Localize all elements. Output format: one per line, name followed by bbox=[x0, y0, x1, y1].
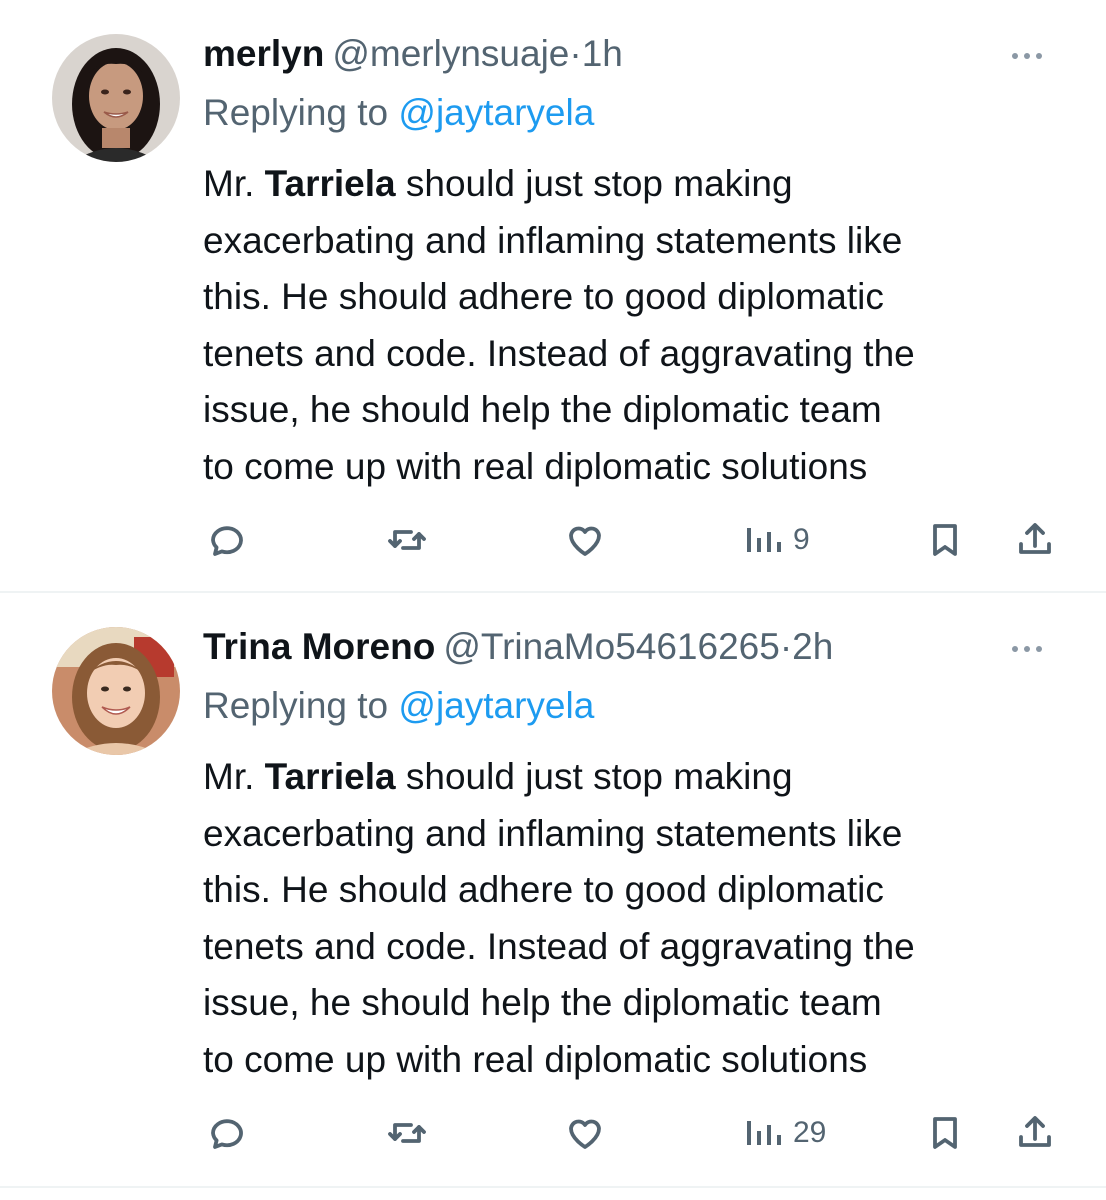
more-options-icon[interactable] bbox=[1012, 46, 1052, 62]
tweet-text-line: to come up with real diplomatic solution… bbox=[203, 445, 868, 487]
bookmark-button[interactable] bbox=[921, 512, 969, 568]
views-button[interactable]: 9 bbox=[743, 512, 810, 568]
tweet-text-line: this. He should adhere to good diplomati… bbox=[203, 869, 884, 910]
tweet-text-line: this. He should adhere to good diplomati… bbox=[203, 276, 884, 317]
views-icon bbox=[747, 528, 781, 552]
like-button[interactable] bbox=[561, 1105, 609, 1161]
action-bar: 29 bbox=[203, 1105, 1063, 1161]
timestamp[interactable]: 1h bbox=[582, 33, 623, 74]
replying-to-label: Replying to bbox=[203, 685, 399, 726]
tweet-text-line: tenets and code. Instead of aggravating … bbox=[203, 332, 915, 374]
retweet-button[interactable] bbox=[383, 512, 431, 568]
tweet-text-line: Mr. Tarriela should just stop making bbox=[203, 756, 793, 797]
tweet-text-line: Mr. Tarriela should just stop making bbox=[203, 163, 793, 204]
tweet-header: Trina Moreno @TrinaMo54616265·2h bbox=[203, 623, 833, 671]
retweet-button[interactable] bbox=[383, 1105, 431, 1161]
divider bbox=[0, 1186, 1106, 1188]
more-options-icon[interactable] bbox=[1012, 639, 1052, 655]
tweet-text-line: tenets and code. Instead of aggravating … bbox=[203, 925, 915, 967]
tweet-text-line: exacerbating and inflaming statements li… bbox=[203, 812, 903, 854]
reply-icon bbox=[211, 1119, 243, 1149]
tweet[interactable]: merlyn @merlynsuaje·1h Replying to @jayta… bbox=[0, 0, 1106, 593]
retweet-icon bbox=[388, 1123, 426, 1143]
share-button[interactable] bbox=[1011, 512, 1059, 568]
action-bar: 9 bbox=[203, 512, 1063, 568]
tweet-text: Mr. Tarriela should just stop making exa… bbox=[203, 749, 1073, 1088]
username-handle[interactable]: @TrinaMo54616265 bbox=[443, 626, 780, 667]
display-name[interactable]: merlyn bbox=[203, 33, 324, 74]
avatar[interactable] bbox=[52, 627, 180, 755]
tweet-text-line: issue, he should help the diplomatic tea… bbox=[203, 982, 882, 1023]
views-button[interactable]: 29 bbox=[743, 1105, 826, 1161]
display-name[interactable]: Trina Moreno bbox=[203, 626, 435, 667]
tweet[interactable]: Trina Moreno @TrinaMo54616265·2h Replying… bbox=[0, 593, 1106, 1190]
replying-to: Replying to @jaytaryela bbox=[203, 88, 594, 138]
mention-link[interactable]: @jaytaryela bbox=[398, 685, 594, 726]
bookmark-button[interactable] bbox=[921, 1105, 969, 1161]
views-icon bbox=[747, 1121, 781, 1145]
replying-to: Replying to @jaytaryela bbox=[203, 681, 594, 731]
reply-button[interactable] bbox=[203, 1105, 251, 1161]
reply-button[interactable] bbox=[203, 512, 251, 568]
like-button[interactable] bbox=[561, 512, 609, 568]
reply-icon bbox=[211, 526, 243, 556]
bookmark-icon bbox=[933, 1117, 957, 1149]
share-icon bbox=[1019, 1116, 1051, 1147]
views-count: 9 bbox=[793, 523, 810, 556]
like-icon bbox=[569, 1119, 601, 1149]
share-icon bbox=[1019, 523, 1051, 554]
replying-to-label: Replying to bbox=[203, 92, 399, 133]
tweet-text-line: exacerbating and inflaming statements li… bbox=[203, 219, 903, 261]
tweet-text: Mr. Tarriela should just stop making exa… bbox=[203, 156, 1073, 495]
tweet-text-line: issue, he should help the diplomatic tea… bbox=[203, 389, 882, 430]
mention-link[interactable]: @jaytaryela bbox=[398, 92, 594, 133]
retweet-icon bbox=[388, 530, 426, 550]
separator-dot: · bbox=[569, 33, 582, 74]
username-handle[interactable]: @merlynsuaje bbox=[332, 33, 569, 74]
separator-dot: · bbox=[779, 626, 793, 667]
avatar[interactable] bbox=[52, 34, 180, 162]
bookmark-icon bbox=[933, 524, 957, 556]
timestamp[interactable]: 2h bbox=[792, 626, 833, 667]
like-icon bbox=[569, 526, 601, 556]
share-button[interactable] bbox=[1011, 1105, 1059, 1161]
tweet-text-line: to come up with real diplomatic solution… bbox=[203, 1038, 868, 1080]
views-count: 29 bbox=[793, 1116, 827, 1149]
tweet-header: merlyn @merlynsuaje·1h bbox=[203, 30, 623, 78]
